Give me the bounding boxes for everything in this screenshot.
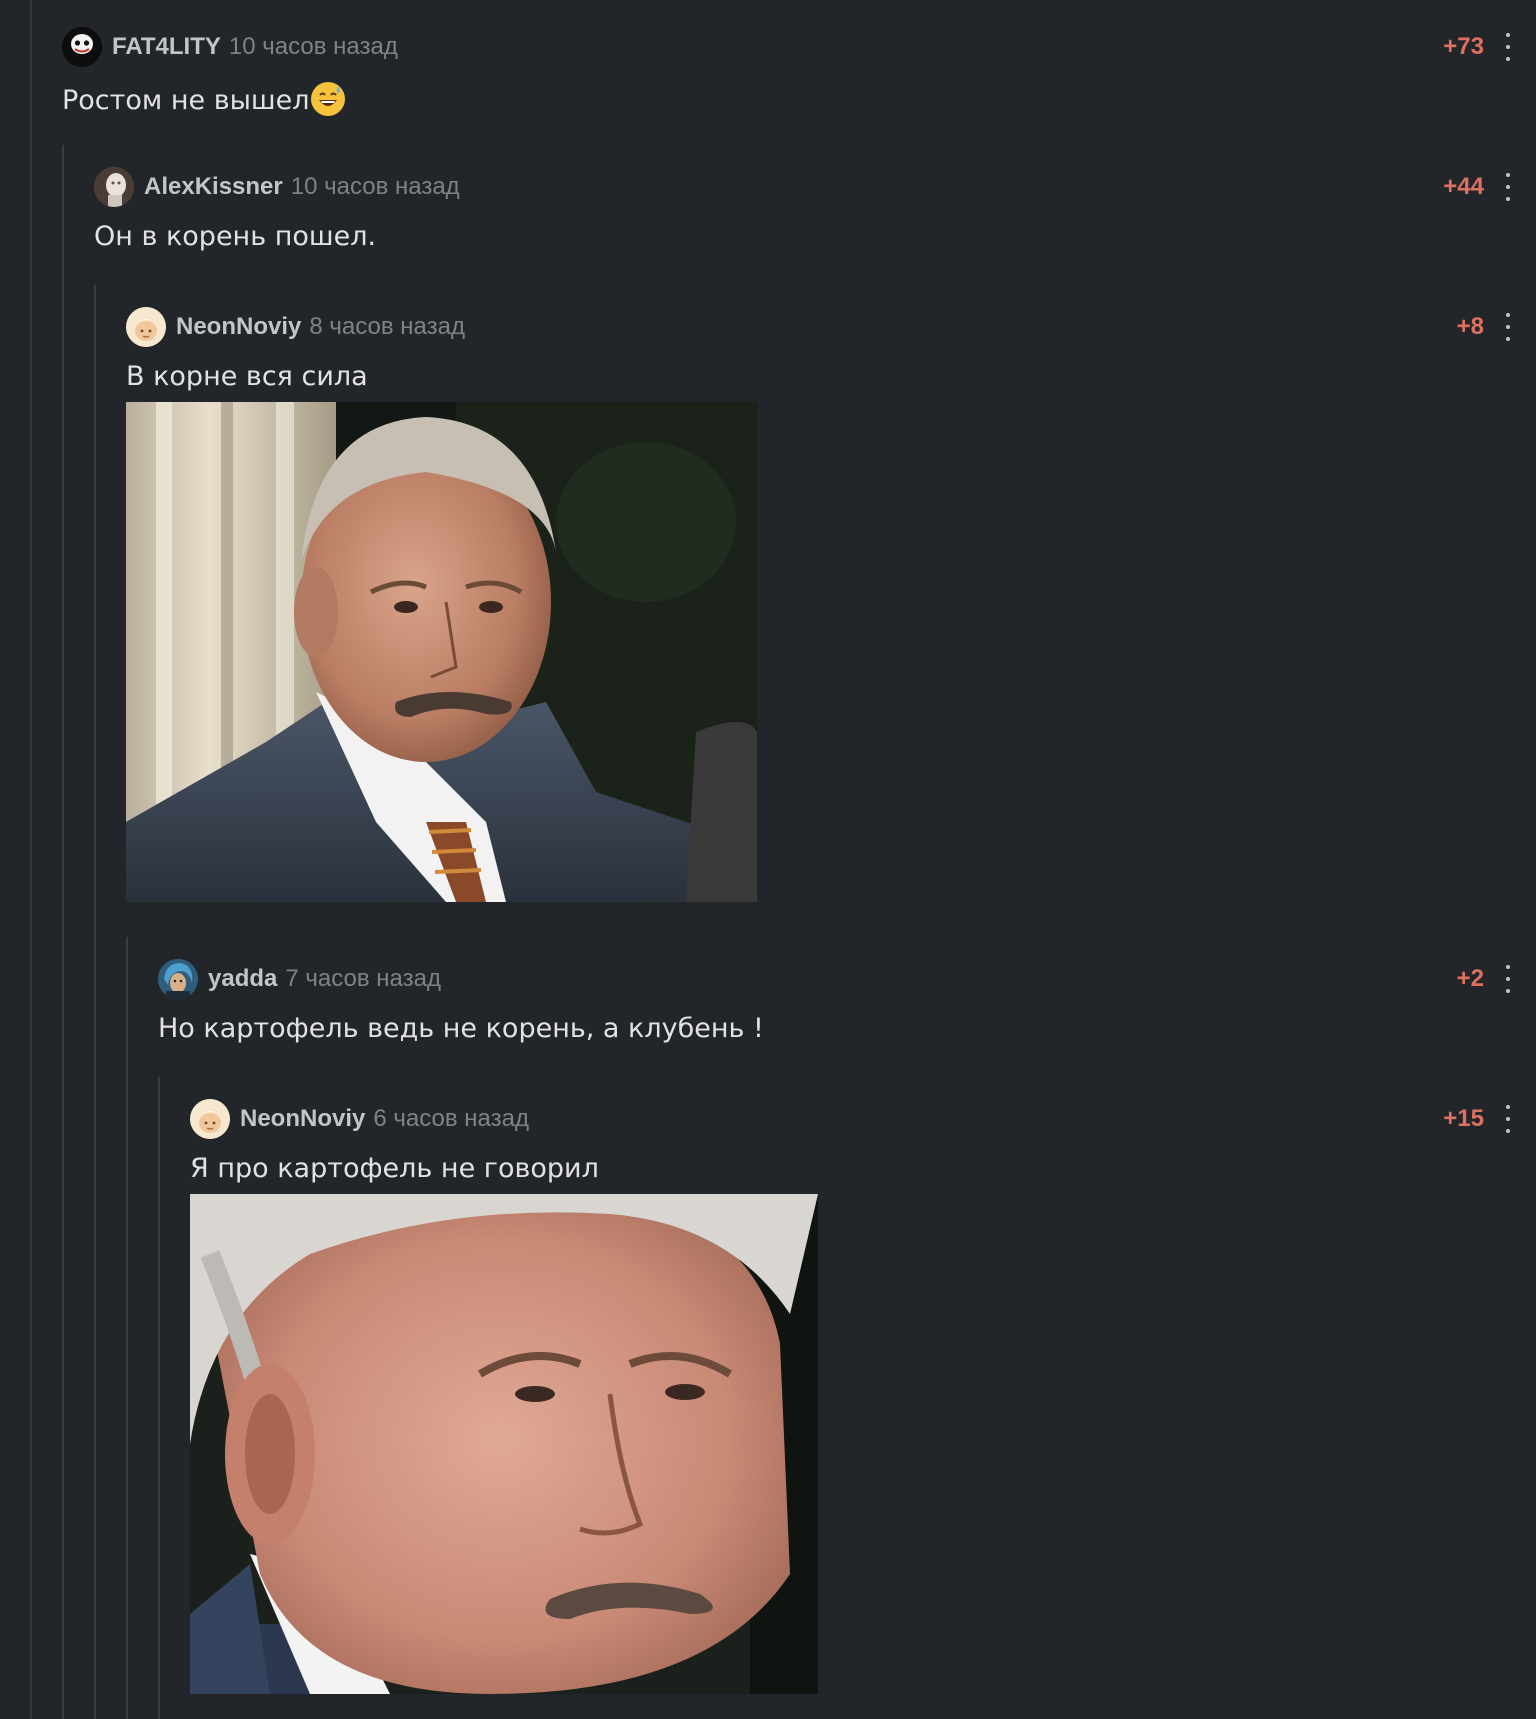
rating: +44 [1443, 173, 1484, 200]
comment: NeonNoviy 6 часов назад +15 Я про картофе… [190, 1099, 1536, 1184]
comment: FAT4LITY 10 часов назад +73 Ростом не выш… [62, 27, 1536, 117]
more-options-icon[interactable] [1504, 313, 1512, 341]
comment-text: В корне вся сила [126, 361, 368, 392]
thread-line [126, 937, 128, 1719]
comment-image[interactable] [190, 1194, 818, 1694]
timestamp[interactable]: 10 часов назад [291, 173, 460, 200]
comment-text: Ростом не вышел [62, 81, 1536, 117]
timestamp[interactable]: 7 часов назад [285, 965, 441, 992]
username[interactable]: NeonNoviy [240, 1105, 365, 1132]
comment-text-content: Ростом не вышел [62, 85, 310, 116]
avatar[interactable] [158, 959, 198, 999]
comment-header: FAT4LITY 10 часов назад +73 [62, 27, 1536, 67]
timestamp[interactable]: 8 часов назад [309, 313, 465, 340]
avatar[interactable] [62, 27, 102, 67]
rating: +15 [1443, 1105, 1484, 1132]
rating: +2 [1456, 965, 1484, 992]
comment-header: yadda 7 часов назад +2 [158, 959, 1536, 999]
more-options-icon[interactable] [1504, 173, 1512, 201]
more-options-icon[interactable] [1504, 33, 1512, 61]
more-options-icon[interactable] [1504, 965, 1512, 993]
comment-header: NeonNoviy 8 часов назад +8 [126, 307, 1536, 347]
timestamp[interactable]: 6 часов назад [373, 1105, 529, 1132]
avatar[interactable] [126, 307, 166, 347]
rating: +8 [1456, 313, 1484, 340]
comment-image[interactable] [126, 402, 757, 902]
rating: +73 [1443, 33, 1484, 60]
comment: NeonNoviy 8 часов назад +8 В корне вся си… [126, 307, 1536, 392]
thread-line [94, 285, 96, 1719]
more-options-icon[interactable] [1504, 1105, 1512, 1133]
comment: yadda 7 часов назад +2 Но картофель ведь … [158, 959, 1536, 1044]
thread-line [30, 0, 32, 1719]
username[interactable]: AlexKissner [144, 173, 283, 200]
grinning-sweat-emoji-icon [310, 81, 346, 117]
comment: AlexKissner 10 часов назад +44 Он в корен… [94, 167, 1536, 252]
avatar[interactable] [94, 167, 134, 207]
comment-text: Я про картофель не говорил [190, 1153, 599, 1184]
comment-text: Он в корень пошел. [94, 221, 377, 252]
username[interactable]: NeonNoviy [176, 313, 301, 340]
timestamp[interactable]: 10 часов назад [229, 33, 398, 60]
username[interactable]: FAT4LITY [112, 33, 221, 60]
thread-line [158, 1077, 160, 1719]
comment-header: NeonNoviy 6 часов назад +15 [190, 1099, 1536, 1139]
username[interactable]: yadda [208, 965, 277, 992]
comment-header: AlexKissner 10 часов назад +44 [94, 167, 1536, 207]
comment-text: Но картофель ведь не корень, а клубень ! [158, 1013, 764, 1044]
avatar[interactable] [190, 1099, 230, 1139]
thread-line [62, 145, 64, 1719]
